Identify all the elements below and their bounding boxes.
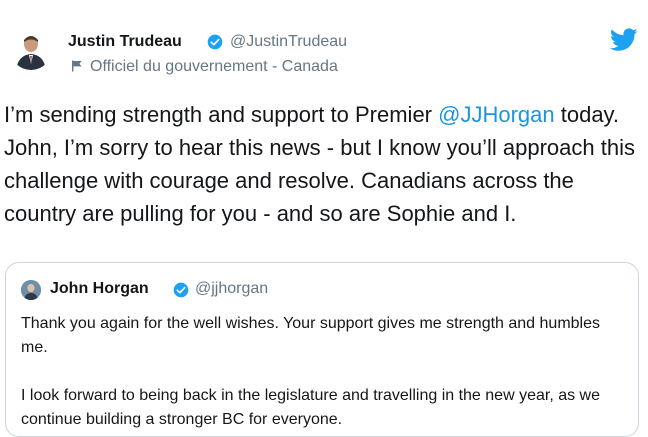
mention-link[interactable]: @JJHorgan: [438, 102, 555, 127]
quoted-author-name[interactable]: John Horgan: [50, 280, 149, 298]
author-handle[interactable]: @JustinTrudeau: [230, 33, 347, 51]
verified-badge-icon: [207, 34, 223, 50]
quoted-author-handle[interactable]: @jjhorgan: [195, 280, 268, 298]
government-label: Officiel du gouvernement - Canada: [90, 58, 338, 75]
quoted-paragraph: Thank you again for the well wishes. You…: [21, 315, 600, 356]
quoted-author-avatar-image: [21, 280, 41, 300]
author-avatar[interactable]: [10, 28, 52, 70]
quoted-tweet-text: Thank you again for the well wishes. You…: [21, 312, 626, 436]
quoted-paragraph: I look forward to being back in the legi…: [21, 387, 600, 428]
tweet-text-part: I’m sending strength and support to Prem…: [4, 102, 439, 127]
verified-badge-icon: [173, 282, 189, 298]
author-avatar-image: [10, 28, 52, 70]
tweet-text: I’m sending strength and support to Prem…: [4, 98, 644, 230]
author-name[interactable]: Justin Trudeau: [68, 33, 182, 51]
quoted-author-avatar[interactable]: [21, 280, 41, 300]
flag-icon: [72, 60, 82, 72]
twitter-bird-icon[interactable]: [610, 28, 638, 52]
quoted-tweet-card[interactable]: John Horgan @jjhorgan Thank you again fo…: [5, 262, 639, 437]
